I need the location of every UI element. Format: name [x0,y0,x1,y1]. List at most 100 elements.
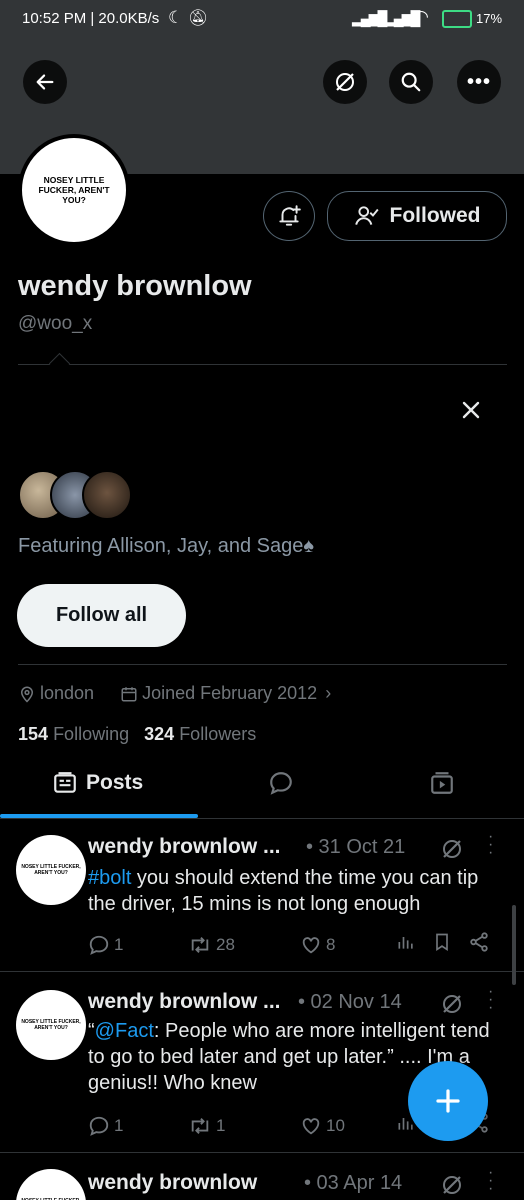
tweet-author[interactable]: wendy brownlow [88,1171,257,1195]
divider [18,664,507,665]
status-time: 10:52 PM | 20.0KB/s [22,10,160,27]
tweet-avatar[interactable]: NOSEY LITTLE FUCKER, AREN'T YOU? [16,835,86,905]
tab-replies[interactable] [268,770,294,801]
reply-count: 1 [114,1115,124,1135]
tweet-avatar[interactable]: NOSEY LITTLE FUCKER, AREN'T YOU? [16,1169,86,1200]
tweet-more-icon[interactable]: · · · [488,984,493,1016]
retweet-count: 28 [216,934,235,954]
location-pin-icon [20,686,34,703]
retweet-button[interactable]: 28 [188,934,300,956]
hashtag-link[interactable]: #bolt [88,867,131,889]
bookmark-icon[interactable] [432,931,468,958]
profile-name: wendy brownlow [18,270,252,302]
notifications-button[interactable] [263,191,315,241]
tweet-date: • 02 Nov 14 [298,991,402,1013]
suggestion-caret [48,352,71,375]
retweet-icon [191,1117,209,1134]
media-icon [431,772,453,794]
calendar-icon [121,686,137,701]
tab-media[interactable] [429,770,455,801]
spade-icon: ♠ [303,535,314,557]
tweet-author[interactable]: wendy brownlow ... [88,835,281,859]
more-button[interactable]: ••• [457,60,501,104]
profile-handle: @woo_x [18,313,93,334]
suggestion-text: Featuring Allison, Jay, and Sage♠ [18,535,314,558]
grok-button[interactable] [323,60,367,104]
status-bar: 10:52 PM | 20.0KB/s ☾ 🔕︎ ▂▄▆█ ▂▄▆█ ◠ 17% [0,0,524,40]
suggestion-names: Featuring Allison, Jay, and Sage [18,535,304,557]
dismiss-suggestions-button[interactable] [459,398,483,427]
grok-icon[interactable] [440,1173,464,1200]
tweet-text: #bolt you should extend the time you can… [88,865,508,917]
tweet-body-text: you should extend the time you can tip t… [88,867,479,915]
scrollbar[interactable] [512,905,516,985]
quote-mark: “ [88,1020,95,1042]
tab-posts[interactable]: Posts [52,770,143,796]
followers-count: 324 [144,724,175,744]
tweet-avatar-text: NOSEY LITTLE FUCKER, AREN'T YOU? [21,1019,81,1031]
search-icon [401,72,421,92]
chevron-right-icon: › [325,683,332,703]
wifi-icon: ◠ [414,7,429,26]
avatar-text: NOSEY LITTLE FUCKER, AREN'T YOU? [38,175,110,205]
reply-count: 1 [114,934,124,954]
views-icon[interactable] [396,932,432,957]
followed-label: Followed [389,204,481,227]
follow-all-button[interactable]: Follow all [17,584,186,647]
close-icon [462,401,480,419]
suggestion-divider [18,364,507,365]
mention-link[interactable]: @Fact [95,1020,154,1042]
grok-icon[interactable] [440,837,464,866]
search-button[interactable] [389,60,433,104]
bell-plus-icon [279,205,301,226]
mute-icon: 🔕︎ [188,10,209,27]
tweet-more-icon[interactable]: · · · [488,1165,493,1197]
reply-button[interactable]: 1 [88,1115,188,1137]
following-count: 154 [18,724,49,744]
tweet-avatar-text: NOSEY LITTLE FUCKER, AREN'T YOU? [21,864,81,876]
location-text: london [40,683,95,703]
tweet-author[interactable]: wendy brownlow ... [88,990,281,1014]
retweet-count: 1 [216,1115,226,1135]
tweet-avatar[interactable]: NOSEY LITTLE FUCKER, AREN'T YOU? [16,990,86,1060]
reply-icon [89,1116,109,1136]
tweet-date: • 03 Apr 14 [304,1172,403,1194]
tab-posts-label: Posts [86,771,144,794]
follow-counts: 154 Following 324 Followers [18,724,256,745]
followers-link[interactable]: 324 Followers [144,724,256,744]
tweet-more-icon[interactable]: · · · [488,829,493,861]
reply-icon [89,935,109,955]
joined-text: Joined February 2012 [142,683,318,703]
profile-tabs: Posts [0,758,524,818]
followed-button[interactable]: Followed [327,191,507,241]
like-button[interactable]: 10 [300,1115,396,1137]
moon-icon: ☾ [168,8,184,27]
battery-icon [442,10,472,28]
battery-level: 17% [476,11,503,26]
follow-all-label: Follow all [55,604,148,626]
profile-meta: london Joined February 2012 › [18,683,331,704]
arrow-left-icon [36,74,54,90]
like-count: 10 [326,1115,345,1135]
more-dots-icon: ••• [466,71,491,93]
tweet-date: • 31 Oct 21 [306,836,406,858]
profile-avatar[interactable]: NOSEY LITTLE FUCKER, AREN'T YOU? [18,134,130,246]
following-link[interactable]: 154 Following [18,724,129,744]
reply-button[interactable]: 1 [88,934,188,956]
suggested-avatar-sage[interactable] [82,470,132,520]
plus-icon [436,1089,460,1113]
retweet-button[interactable]: 1 [188,1115,300,1137]
like-button[interactable]: 8 [300,934,396,956]
back-button[interactable] [23,60,67,104]
grok-icon[interactable] [440,992,464,1021]
share-icon[interactable] [468,931,490,958]
tweet-3[interactable]: NOSEY LITTLE FUCKER, AREN'T YOU? wendy b… [0,1153,524,1200]
tweet-1[interactable]: NOSEY LITTLE FUCKER, AREN'T YOU? wendy b… [0,819,524,971]
compose-button[interactable] [408,1061,488,1141]
heart-icon [302,936,320,953]
tweet-actions: 1 28 8 [88,931,508,958]
signal-icon: ▂▄▆█ [352,10,387,26]
person-check-icon [354,206,379,225]
grok-icon [336,73,354,91]
followers-label: Followers [179,724,257,744]
